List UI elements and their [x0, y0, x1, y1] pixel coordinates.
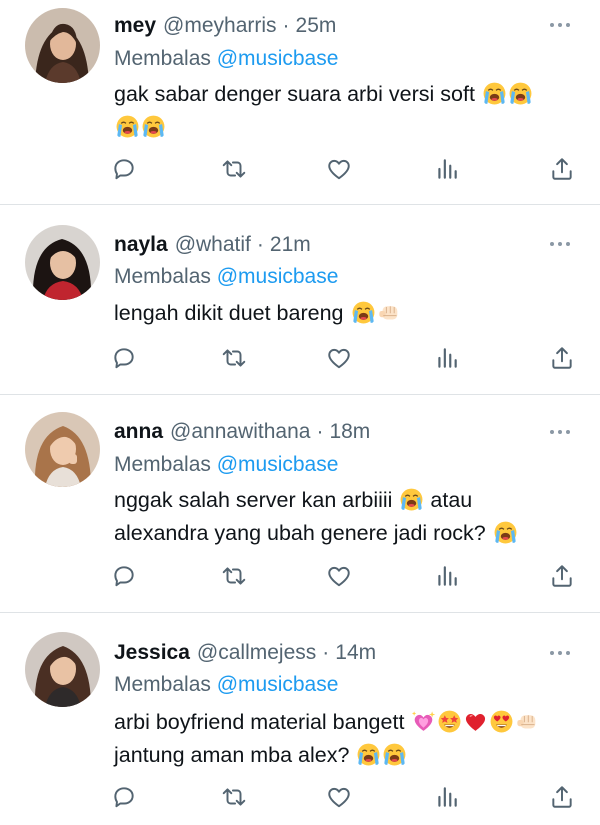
tweet-actions	[0, 559, 600, 593]
loudly-crying-face-icon	[482, 81, 507, 106]
tweet-text-line: gak sabar denger suara arbi versi soft	[114, 78, 580, 111]
reply-icon[interactable]	[107, 152, 141, 186]
tweet-text-line: jantung aman mba alex?	[114, 739, 580, 772]
retweet-icon[interactable]	[217, 152, 251, 186]
retweet-icon[interactable]	[217, 559, 251, 593]
share-icon[interactable]	[545, 152, 579, 186]
replying-to: Membalas @musicbase	[114, 262, 338, 292]
tweet[interactable]: anna @annawithana · 18m Membalas @musicb…	[0, 395, 600, 613]
tweet-text-segment: arbi boyfriend material bangett	[114, 710, 405, 734]
reply-mention-link[interactable]: @musicbase	[217, 453, 339, 476]
separator-dot: ·	[316, 420, 324, 443]
avatar[interactable]	[25, 8, 100, 83]
replying-to: Membalas @musicbase	[114, 670, 338, 700]
more-options-icon[interactable]	[548, 422, 572, 442]
views-icon[interactable]	[430, 559, 464, 593]
loudly-crying-face-icon	[493, 520, 518, 545]
tweet-text-line: arbi boyfriend material bangett	[114, 706, 580, 739]
tweet-text: gak sabar denger suara arbi versi soft	[114, 78, 580, 144]
replying-to: Membalas @musicbase	[114, 450, 338, 480]
tweet-text-segment: lengah dikit duet bareng	[114, 301, 344, 325]
red-heart-icon	[463, 709, 488, 734]
timestamp[interactable]: 14m	[335, 637, 376, 669]
views-icon[interactable]	[430, 341, 464, 375]
loudly-crying-face-icon	[382, 742, 407, 767]
like-icon[interactable]	[322, 341, 356, 375]
replying-to: Membalas @musicbase	[114, 44, 338, 74]
tweet-text: lengah dikit duet bareng	[114, 297, 580, 330]
timestamp[interactable]: 21m	[270, 229, 311, 261]
avatar[interactable]	[25, 412, 100, 487]
user-handle[interactable]: @annawithana	[170, 416, 310, 448]
tweet[interactable]: mey @meyharris · 25m Membalas @musicbase…	[0, 0, 600, 205]
timestamp[interactable]: 25m	[296, 10, 337, 42]
separator-dot: ·	[322, 641, 330, 664]
tweet-text-line	[114, 111, 580, 144]
reply-icon[interactable]	[107, 341, 141, 375]
tweet-actions	[0, 780, 600, 814]
tweet-text-segment: nggak salah server kan arbiiii	[114, 488, 393, 512]
separator-dot: ·	[256, 233, 264, 256]
heart-eyes-icon	[489, 709, 514, 734]
views-icon[interactable]	[430, 780, 464, 814]
tweet-text-segment: alexandra yang ubah genere jadi rock?	[114, 521, 486, 545]
tweet-text-segment: gak sabar denger suara arbi versi soft	[114, 82, 475, 106]
share-icon[interactable]	[545, 559, 579, 593]
tweet-text-line: alexandra yang ubah genere jadi rock?	[114, 517, 580, 550]
like-icon[interactable]	[322, 780, 356, 814]
separator-dot: ·	[282, 14, 290, 37]
loudly-crying-face-icon	[351, 300, 376, 325]
replying-to-label: Membalas	[114, 265, 211, 288]
like-icon[interactable]	[322, 559, 356, 593]
tweet-text-segment: atau	[430, 488, 473, 512]
tweet-text-segment: jantung aman mba alex?	[114, 743, 350, 767]
user-handle[interactable]: @callmejess	[197, 637, 316, 669]
reply-icon[interactable]	[107, 780, 141, 814]
tweet-text-line: nggak salah server kan arbiiii atau	[114, 484, 580, 517]
avatar[interactable]	[25, 632, 100, 707]
reply-mention-link[interactable]: @musicbase	[217, 47, 339, 70]
reply-feed: mey @meyharris · 25m Membalas @musicbase…	[0, 0, 600, 825]
tweet-actions	[0, 341, 600, 375]
reply-mention-link[interactable]: @musicbase	[217, 673, 339, 696]
more-options-icon[interactable]	[548, 643, 572, 663]
loudly-crying-face-icon	[115, 114, 140, 139]
tweet[interactable]: Jessica @callmejess · 14m Membalas @musi…	[0, 613, 600, 825]
tweet-text-line: lengah dikit duet bareng	[114, 297, 580, 330]
like-icon[interactable]	[322, 152, 356, 186]
more-options-icon[interactable]	[548, 234, 572, 254]
tweet-actions	[0, 152, 600, 186]
avatar[interactable]	[25, 225, 100, 300]
retweet-icon[interactable]	[217, 341, 251, 375]
tweet-text: arbi boyfriend material bangett jantung …	[114, 706, 580, 772]
retweet-icon[interactable]	[217, 780, 251, 814]
loudly-crying-face-icon	[356, 742, 381, 767]
display-name[interactable]: anna	[114, 416, 163, 448]
display-name[interactable]: Jessica	[114, 637, 190, 669]
reply-icon[interactable]	[107, 559, 141, 593]
replying-to-label: Membalas	[114, 453, 211, 476]
more-options-icon[interactable]	[548, 15, 572, 35]
replying-to-label: Membalas	[114, 673, 211, 696]
views-icon[interactable]	[430, 152, 464, 186]
sparkling-heart-icon	[411, 709, 436, 734]
share-icon[interactable]	[545, 341, 579, 375]
loudly-crying-face-icon	[399, 487, 424, 512]
display-name[interactable]: mey	[114, 10, 156, 42]
user-handle[interactable]: @meyharris	[163, 10, 277, 42]
tweet[interactable]: nayla @whatif · 21m Membalas @musicbase …	[0, 205, 600, 395]
timestamp[interactable]: 18m	[329, 416, 370, 448]
oncoming-fist-icon	[377, 300, 402, 325]
display-name[interactable]: nayla	[114, 229, 168, 261]
loudly-crying-face-icon	[508, 81, 533, 106]
replying-to-label: Membalas	[114, 47, 211, 70]
user-handle[interactable]: @whatif	[175, 229, 251, 261]
oncoming-fist-icon	[515, 709, 540, 734]
loudly-crying-face-icon	[141, 114, 166, 139]
reply-mention-link[interactable]: @musicbase	[217, 265, 339, 288]
share-icon[interactable]	[545, 780, 579, 814]
star-struck-icon	[437, 709, 462, 734]
tweet-text: nggak salah server kan arbiiii atau alex…	[114, 484, 580, 550]
